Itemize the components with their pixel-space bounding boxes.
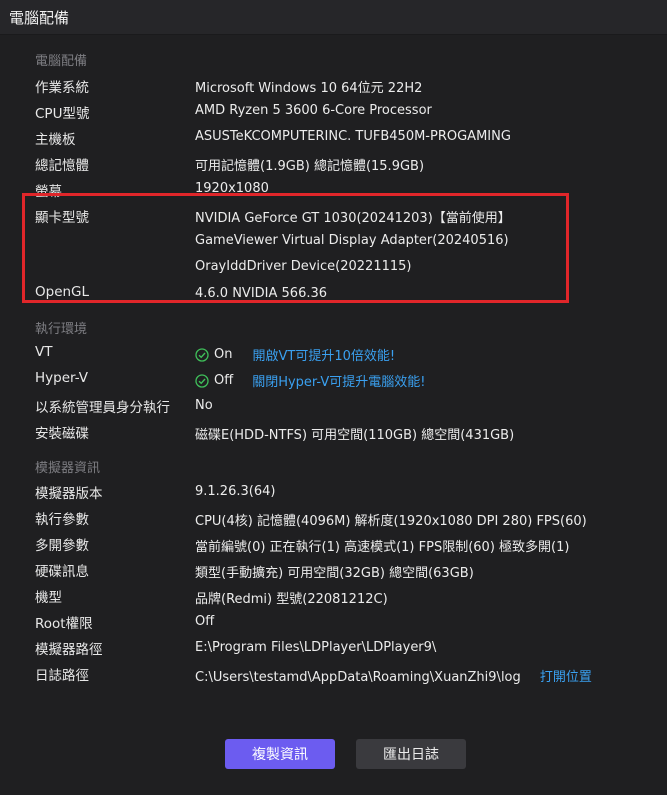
params-value: CPU(4核) 記憶體(4096M) 解析度(1920x1080 DPI 280… (195, 514, 587, 529)
hyperv-link[interactable]: 關閉Hyper-V可提升電腦效能! (252, 371, 425, 390)
environment-section-title: 執行環境 (35, 322, 88, 337)
emulator-section-title: 模擬器資訊 (35, 461, 101, 476)
screen-value: 1920x1080 (195, 181, 269, 196)
title-bar: 電腦配備 (0, 0, 667, 35)
vt-label: VT (35, 344, 53, 360)
cpu-value: AMD Ryzen 5 3600 6-Core Processor (195, 103, 432, 118)
root-label: Root權限 (35, 616, 93, 632)
vt-status: On 開啟VT可提升10倍效能! (195, 345, 395, 364)
memory-label: 總記憶體 (35, 158, 89, 174)
root-value: Off (195, 614, 215, 629)
vt-link[interactable]: 開啟VT可提升10倍效能! (252, 345, 395, 364)
memory-value: 可用記憶體(1.9GB) 總記憶體(15.9GB) (195, 159, 425, 174)
log-row: C:\Users\testamd\AppData\Roaming\XuanZhi… (195, 666, 592, 685)
check-circle-icon (195, 347, 209, 362)
export-log-button[interactable]: 匯出日誌 (356, 739, 466, 769)
copy-info-button[interactable]: 複製資訊 (225, 739, 335, 769)
screen-label: 螢幕 (35, 184, 62, 200)
opengl-value: 4.6.0 NVIDIA 566.36 (195, 286, 328, 301)
disk-value: 磁碟E(HDD-NTFS) 可用空間(110GB) 總空間(431GB) (195, 428, 515, 443)
gpu-value-2: GameViewer Virtual Display Adapter(20240… (195, 233, 509, 248)
hyperv-status-text: Off (214, 373, 234, 388)
disk-label: 安裝磁碟 (35, 426, 89, 442)
opengl-label: OpenGL (35, 284, 90, 300)
gpu-value-3: OrayIddDriver Device(20221115) (195, 259, 412, 274)
admin-label: 以系統管理員身分執行 (35, 400, 170, 416)
model-label: 機型 (35, 590, 62, 606)
hyperv-status: Off 關閉Hyper-V可提升電腦效能! (195, 371, 425, 390)
path-value: E:\Program Files\LDPlayer\LDPlayer9\ (195, 640, 437, 655)
version-value: 9.1.26.3(64) (195, 484, 276, 499)
window-title: 電腦配備 (9, 9, 70, 27)
vt-status-text: On (214, 347, 233, 362)
path-label: 模擬器路徑 (35, 642, 103, 658)
log-value: C:\Users\testamd\AppData\Roaming\XuanZhi… (195, 670, 521, 685)
params-label: 執行參數 (35, 512, 89, 528)
admin-value: No (195, 398, 213, 413)
multi-label: 多開參數 (35, 538, 89, 554)
check-circle-icon (195, 373, 209, 388)
version-label: 模擬器版本 (35, 486, 103, 502)
log-label: 日誌路徑 (35, 668, 89, 684)
hardware-section-title: 電腦配備 (35, 54, 88, 69)
cpu-label: CPU型號 (35, 106, 90, 122)
os-label: 作業系統 (35, 80, 89, 96)
board-value: ASUSTeKCOMPUTERINC. TUFB450M-PROGAMING (195, 129, 511, 144)
model-value: 品牌(Redmi) 型號(22081212C) (195, 592, 388, 607)
emu-disk-label: 硬碟訊息 (35, 564, 89, 580)
gpu-label: 顯卡型號 (35, 206, 89, 226)
os-value: Microsoft Windows 10 64位元 22H2 (195, 81, 423, 96)
gpu-value-1: NVIDIA GeForce GT 1030(20241203)【當前使用】 (195, 211, 511, 226)
open-location-link[interactable]: 打開位置 (540, 670, 592, 685)
board-label: 主機板 (35, 132, 76, 148)
emu-disk-value: 類型(手動擴充) 可用空間(32GB) 總空間(63GB) (195, 566, 474, 581)
multi-value: 當前編號(0) 正在執行(1) 高速模式(1) FPS限制(60) 極致多開(1… (195, 540, 570, 555)
hyperv-label: Hyper-V (35, 370, 89, 386)
